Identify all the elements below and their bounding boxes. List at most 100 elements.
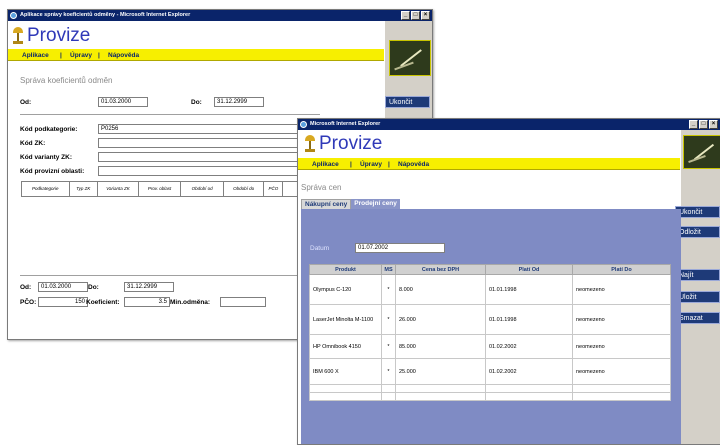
do-label: Do:: [191, 99, 202, 106]
maximize-icon[interactable]: □: [411, 11, 420, 20]
quill-logo: [683, 135, 720, 169]
ms-cell: *: [381, 358, 396, 385]
empty-cell: [572, 392, 671, 401]
valid-to-cell: neomezeno: [572, 358, 671, 385]
product-cell: LaserJet Minolta M-1100: [309, 304, 382, 335]
window1-titlebar[interactable]: Aplikace správy koeficientů odměny - Mic…: [8, 10, 432, 21]
table-row[interactable]: HP Omnibook 4150 * 85.000 01.02.2002 neo…: [309, 334, 671, 359]
product-cell: IBM 600 X: [309, 358, 382, 385]
table-row[interactable]: Olympus C-120 * 8.000 01.01.1998 neomeze…: [309, 274, 671, 305]
lamp-icon: [12, 27, 24, 44]
logo-text: Provize: [27, 25, 91, 46]
valid-from-cell: 01.02.2002: [485, 334, 573, 359]
table-header-row: Produkt MS Cena bez DPH Platí Od Platí D…: [309, 264, 671, 275]
subcategory-label: Kód podkategorie:: [20, 126, 78, 133]
product-cell: HP Omnibook 4150: [309, 334, 382, 359]
zk-variant-label: Kód varianty ZK:: [20, 154, 73, 161]
menu-separator: |: [350, 161, 352, 168]
datum-field[interactable]: 01.07.2002: [355, 243, 445, 253]
menu-upravy[interactable]: Úpravy: [70, 52, 92, 59]
maximize-icon[interactable]: □: [699, 120, 708, 129]
valid-from-cell: 01.02.2002: [485, 358, 573, 385]
menu-separator: |: [60, 52, 62, 59]
page-heading: Správa cen: [301, 183, 342, 192]
column-header[interactable]: Platí Od: [485, 264, 573, 275]
price-management-window: Microsoft Internet Explorer _ □ × Proviz…: [297, 118, 720, 445]
close-icon[interactable]: ×: [421, 11, 430, 20]
bottom-od-label: Od:: [20, 284, 32, 291]
pco-label: PČO:: [20, 299, 37, 306]
empty-cell: [395, 384, 486, 393]
menu-upravy[interactable]: Úpravy: [360, 161, 382, 168]
empty-cell: [395, 392, 486, 401]
delete-button[interactable]: Smazat: [675, 312, 720, 324]
minimize-icon[interactable]: _: [689, 120, 698, 129]
empty-cell: [485, 392, 573, 401]
divider: [20, 114, 320, 115]
table-row[interactable]: LaserJet Minolta M-1100 * 26.000 01.01.1…: [309, 304, 671, 335]
table-row[interactable]: IBM 600 X * 25.000 01.02.2002 neomezeno: [309, 358, 671, 385]
menu-napoveda[interactable]: Nápověda: [398, 161, 429, 168]
window2-titlebar[interactable]: Microsoft Internet Explorer _ □ ×: [298, 119, 720, 130]
column-header[interactable]: PČO: [264, 182, 284, 196]
coefficient-field[interactable]: 3.5: [124, 297, 170, 307]
menu-napoveda[interactable]: Nápověda: [108, 52, 139, 59]
empty-cell: [381, 392, 396, 401]
window2-controls: _ □ ×: [689, 120, 718, 129]
bottom-do-field[interactable]: 31.12.2999: [124, 282, 174, 292]
datum-label: Datum: [310, 245, 330, 252]
empty-cell: [572, 384, 671, 393]
column-header[interactable]: MS: [381, 264, 396, 275]
window2-side-panel: [681, 130, 720, 444]
valid-to-cell: neomezeno: [572, 274, 671, 305]
column-header[interactable]: Produkt: [309, 264, 382, 275]
od-field[interactable]: 01.03.2000: [98, 97, 148, 107]
column-header[interactable]: Cena bez DPH: [395, 264, 486, 275]
menu-aplikace[interactable]: Aplikace: [22, 52, 49, 59]
valid-from-cell: 01.01.1998: [485, 274, 573, 305]
do-field[interactable]: 31.12.2999: [214, 97, 264, 107]
od-label: Od:: [20, 99, 32, 106]
find-button[interactable]: Najít: [675, 269, 720, 281]
price-cell: 25.000: [395, 358, 486, 385]
menu-aplikace[interactable]: Aplikace: [312, 161, 339, 168]
window1-menubar: Aplikace | Úpravy | Nápověda: [8, 49, 384, 61]
provize-logo: Provize: [12, 25, 132, 47]
close-icon[interactable]: ×: [709, 120, 718, 129]
empty-row: [309, 384, 671, 393]
pco-field[interactable]: 150: [38, 297, 88, 307]
empty-cell: [485, 384, 573, 393]
logo-text: Provize: [319, 133, 383, 154]
exit-button[interactable]: Ukončit: [675, 206, 720, 218]
empty-cell: [309, 392, 382, 401]
quill-logo: [389, 40, 431, 76]
minimize-icon[interactable]: _: [401, 11, 410, 20]
empty-cell: [309, 384, 382, 393]
exit-button[interactable]: Ukončit: [385, 96, 430, 108]
menu-separator: |: [98, 52, 100, 59]
prices-table: Produkt MS Cena bez DPH Platí Od Platí D…: [309, 264, 671, 401]
valid-to-cell: neomezeno: [572, 304, 671, 335]
column-header[interactable]: Prov. oblast: [139, 182, 182, 196]
save-button[interactable]: Uložit: [675, 291, 720, 303]
menu-separator: |: [388, 161, 390, 168]
lamp-icon: [304, 135, 316, 152]
ms-cell: *: [381, 304, 396, 335]
zk-code-label: Kód ZK:: [20, 140, 46, 147]
provize-logo: Provize: [304, 133, 424, 155]
min-reward-field[interactable]: [220, 297, 266, 307]
product-cell: Olympus C-120: [309, 274, 382, 305]
empty-cell: [381, 384, 396, 393]
window2-menubar: Aplikace | Úpravy | Nápověda: [298, 158, 680, 170]
column-header[interactable]: Varianta ZK: [98, 182, 139, 196]
window1-title: Aplikace správy koeficientů odměny - Mic…: [20, 12, 191, 18]
postpone-button[interactable]: Odložit: [675, 226, 720, 238]
column-header[interactable]: Typ ZK: [70, 182, 99, 196]
column-header[interactable]: Podkategorie: [22, 182, 70, 196]
column-header[interactable]: Období do: [224, 182, 265, 196]
min-reward-label: Min.odměna:: [170, 299, 211, 306]
column-header[interactable]: Období od: [181, 182, 224, 196]
price-cell: 8.000: [395, 274, 486, 305]
bottom-od-field[interactable]: 01.03.2000: [38, 282, 88, 292]
column-header[interactable]: Platí Do: [572, 264, 671, 275]
